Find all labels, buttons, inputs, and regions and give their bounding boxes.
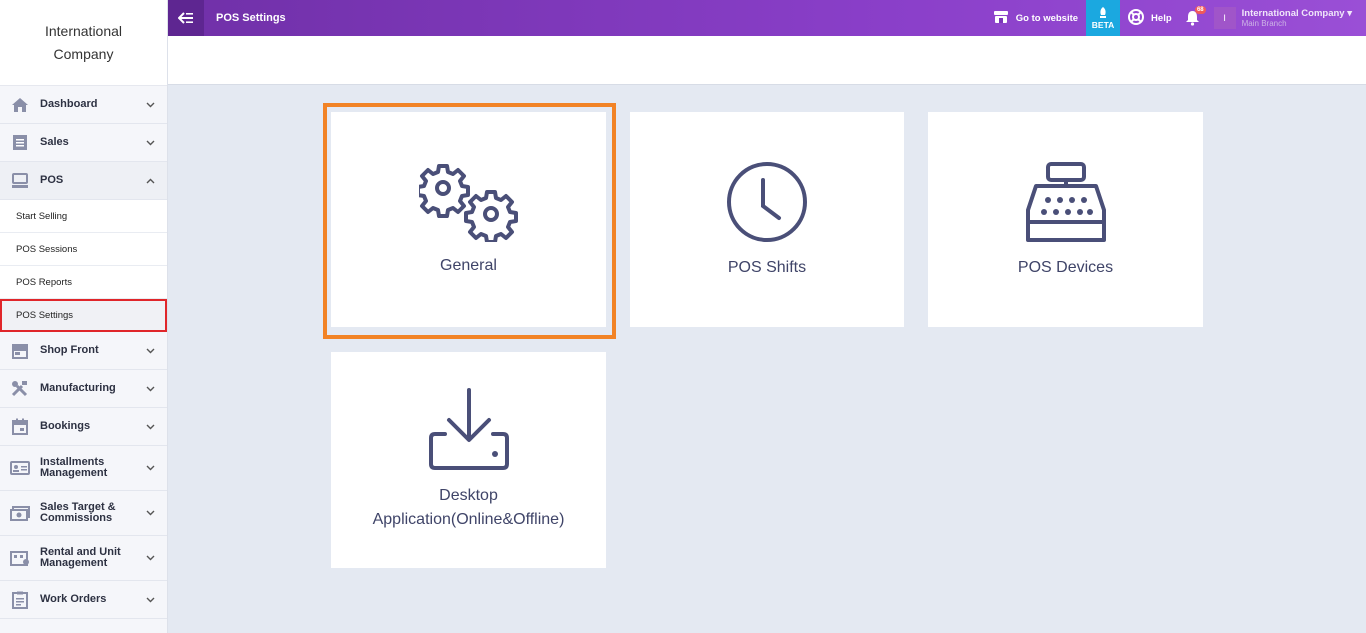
clipboard-icon — [10, 590, 30, 610]
chevron-down-icon — [145, 384, 155, 394]
store-icon — [993, 10, 1009, 27]
sidebar-item-installments[interactable]: Installments Management — [0, 446, 167, 491]
id-card-icon — [10, 458, 30, 478]
beta-label: BETA — [1091, 19, 1115, 30]
tools-icon — [10, 379, 30, 399]
notifications-badge: 68 — [1194, 6, 1206, 14]
caret-down-icon: ▾ — [1347, 7, 1352, 19]
help-label: Help — [1151, 12, 1172, 24]
sidebar-item-bookings[interactable]: Bookings — [0, 408, 167, 446]
card-label-line-2: Application(Online&Offline) — [372, 511, 565, 528]
pos-shifts-card[interactable]: POS Shifts — [630, 112, 904, 327]
brand-line-1: International — [44, 22, 123, 39]
avatar: I — [1213, 7, 1236, 29]
card-label: POS Shifts — [727, 258, 807, 276]
notifications-button[interactable]: 68 — [1180, 0, 1206, 36]
go-to-website-link[interactable]: Go to website — [985, 0, 1086, 36]
chevron-down-icon — [145, 138, 155, 148]
chevron-down-icon — [145, 508, 155, 518]
clock-icon — [727, 161, 807, 242]
sidebar-subitem-pos-reports[interactable]: POS Reports — [0, 266, 167, 299]
top-bar: POS Settings Go to website BETA Help 68 … — [168, 0, 1366, 36]
pos-terminal-icon — [10, 171, 30, 191]
storefront-icon — [10, 341, 30, 361]
user-branch: Main Branch — [1241, 18, 1287, 28]
subitem-label: POS Settings — [16, 309, 74, 321]
card-label: POS Devices — [1017, 258, 1114, 276]
page-title: POS Settings — [216, 12, 286, 24]
sidebar-subitem-pos-sessions[interactable]: POS Sessions — [0, 233, 167, 266]
sidebar-item-rental[interactable]: Rental and Unit Management — [0, 536, 167, 581]
rocket-icon — [1100, 6, 1107, 18]
subitem-label: Start Selling — [16, 210, 68, 222]
card-label-line-1: Desktop — [439, 487, 498, 504]
general-card[interactable]: General — [331, 112, 606, 327]
sidebar-item-manufacturing[interactable]: Manufacturing — [0, 370, 167, 408]
beta-button[interactable]: BETA — [1086, 0, 1121, 36]
desktop-application-card[interactable]: Desktop Application(Online&Offline) — [331, 352, 606, 568]
card-label: General — [440, 256, 497, 274]
home-icon — [10, 95, 30, 115]
subitem-label: POS Reports — [16, 276, 72, 288]
calendar-icon — [10, 417, 30, 437]
sidebar-item-pos[interactable]: POS — [0, 162, 167, 200]
chevron-down-icon — [145, 553, 155, 563]
pos-devices-card[interactable]: POS Devices — [928, 112, 1203, 327]
company-brand[interactable]: International Company — [0, 0, 167, 86]
sidebar: International Company Dashboard Sales PO… — [0, 0, 168, 633]
user-name-text: International Company — [1241, 7, 1345, 19]
chevron-down-icon — [145, 100, 155, 110]
chevron-up-icon — [145, 176, 155, 186]
chevron-down-icon — [145, 595, 155, 605]
user-menu[interactable]: I International Company ▾ Main Branch — [1213, 7, 1366, 29]
back-button[interactable] — [168, 0, 204, 36]
sidebar-item-dashboard[interactable]: Dashboard — [0, 86, 167, 124]
brand-line-2: Company — [53, 45, 114, 62]
lifebuoy-icon — [1128, 8, 1145, 28]
sidebar-item-sales[interactable]: Sales — [0, 124, 167, 162]
sidebar-subitem-start-selling[interactable]: Start Selling — [0, 200, 167, 233]
sidebar-subitem-pos-settings[interactable]: POS Settings — [0, 299, 167, 332]
go-to-website-label: Go to website — [1015, 12, 1079, 24]
chevron-down-icon — [145, 463, 155, 473]
help-link[interactable]: Help — [1120, 0, 1180, 36]
building-icon — [10, 548, 30, 568]
arrow-left-icon — [178, 12, 193, 24]
top-right-actions: Go to website BETA Help 68 I Internation… — [985, 0, 1366, 36]
sidebar-item-work-orders[interactable]: Work Orders — [0, 581, 167, 619]
subitem-label: POS Sessions — [16, 243, 78, 255]
user-name: International Company ▾ — [1242, 8, 1352, 19]
money-icon — [10, 503, 30, 523]
sidebar-item-shop-front[interactable]: Shop Front — [0, 332, 167, 370]
sidebar-item-sales-target[interactable]: Sales Target & Commissions — [0, 491, 167, 536]
download-icon — [428, 388, 509, 470]
chevron-down-icon — [145, 422, 155, 432]
cash-register-icon — [1025, 161, 1106, 242]
chevron-down-icon — [145, 346, 155, 356]
page-subheader — [168, 36, 1366, 85]
receipt-icon — [10, 133, 30, 153]
gears-icon — [418, 163, 518, 242]
